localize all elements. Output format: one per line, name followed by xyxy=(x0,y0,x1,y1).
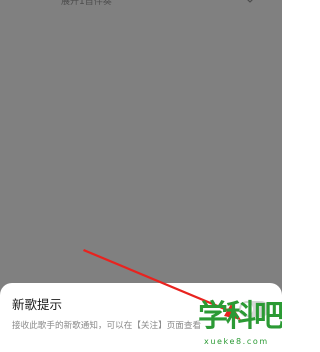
site-watermark: 学科吧 xueke8.com xyxy=(196,298,282,352)
watermark-domain: xueke8.com xyxy=(204,337,269,346)
screen: 展开1首伴奏 新歌提示 接收此歌手的新歌通知，可以在【关注】页面查看 学科吧 x… xyxy=(0,0,282,352)
watermark-logo: 学科吧 xyxy=(198,299,282,334)
chevron-down-icon[interactable] xyxy=(245,0,255,6)
expand-accompaniment-row[interactable]: 展开1首伴奏 xyxy=(0,0,282,9)
expand-accompaniment-label: 展开1首伴奏 xyxy=(61,0,112,7)
sheet-title: 新歌提示 xyxy=(12,297,63,312)
sheet-description: 接收此歌手的新歌通知，可以在【关注】页面查看 xyxy=(12,321,202,331)
